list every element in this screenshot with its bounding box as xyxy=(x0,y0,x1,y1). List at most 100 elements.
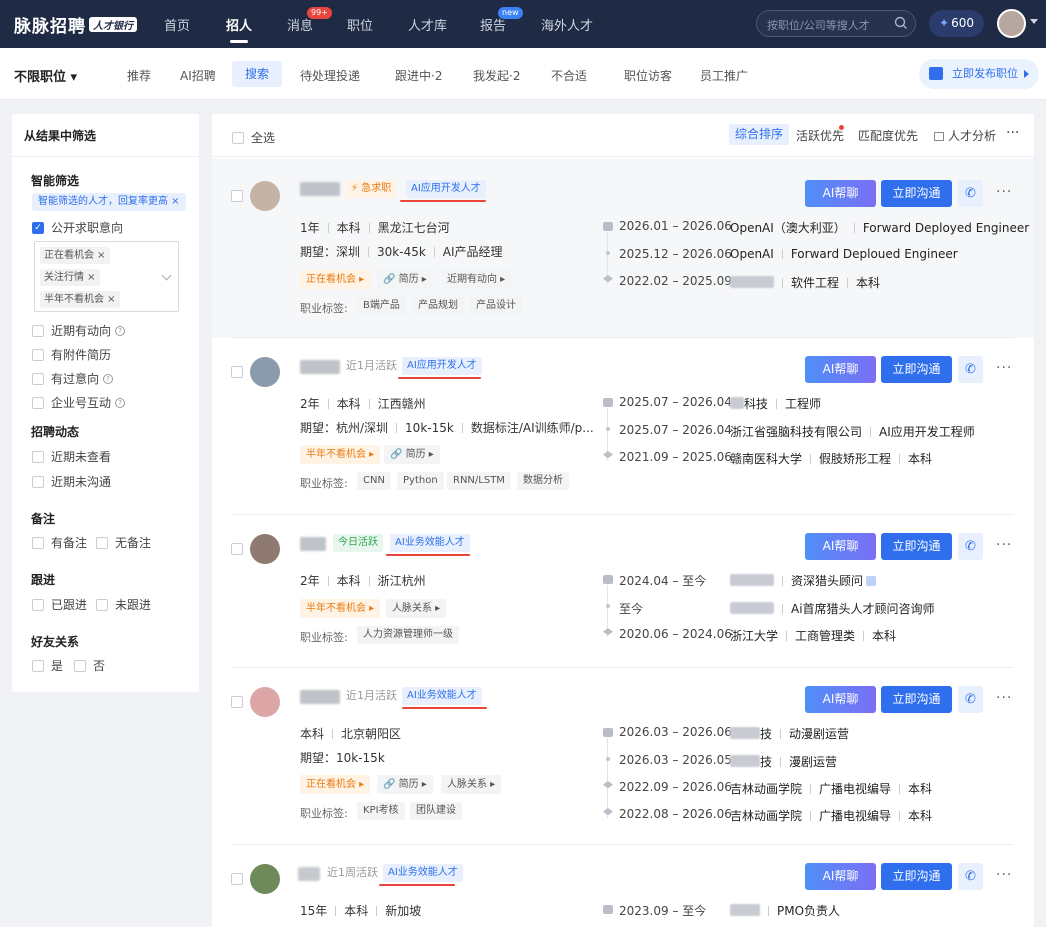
candidate-card[interactable]: 今日活跃 AI业务效能人才 2年 本科 浙江杭州 半年不看机会 ▸ 人脉关系 ▸ 职… xyxy=(212,515,1034,668)
sort-comprehensive[interactable]: 综合排序 xyxy=(729,124,790,145)
tab-job-visitors[interactable]: 职位访客 xyxy=(624,67,672,84)
intent-multi-select[interactable]: 正在看机会 × 关注行情 × 半年不看机会 × xyxy=(34,241,179,312)
selected-tag[interactable]: 关注行情 × xyxy=(40,269,100,286)
talent-analysis-button[interactable]: 人才分析 xyxy=(934,127,996,144)
nav-reports[interactable]: 报告 new xyxy=(480,7,523,34)
phone-icon[interactable]: ✆ xyxy=(958,863,983,890)
checkbox-no-note[interactable]: 无备注 xyxy=(96,534,151,551)
card-checkbox[interactable] xyxy=(231,366,243,378)
position-select[interactable]: 不限职位 ▾ xyxy=(14,66,77,85)
nav-talent-pool[interactable]: 人才库 xyxy=(408,15,447,34)
resume-chip[interactable]: 🔗 简历 ▸ xyxy=(377,775,433,794)
activity-chip[interactable]: 近期有动向 ▸ xyxy=(441,270,512,289)
resume-chip[interactable]: 🔗 简历 ▸ xyxy=(377,270,433,289)
network-chip[interactable]: 人脉关系 ▸ xyxy=(386,599,447,618)
checkbox-recent-activity[interactable]: 近期有动向? xyxy=(32,322,126,339)
user-avatar[interactable] xyxy=(997,9,1026,38)
tab-following[interactable]: 跟进中·2 xyxy=(395,67,442,84)
checkbox-friend-yes[interactable]: 是 xyxy=(32,657,63,674)
help-icon[interactable]: ? xyxy=(115,325,126,336)
ai-chat-button[interactable]: AI帮聊 xyxy=(805,863,876,890)
more-icon[interactable]: ··· xyxy=(996,360,1012,376)
intent-chip[interactable]: 半年不看机会 ▸ xyxy=(300,445,381,464)
tab-employee-promo[interactable]: 员工推广 xyxy=(700,67,748,84)
avatar[interactable] xyxy=(250,864,280,894)
network-chip[interactable]: 人脉关系 ▸ xyxy=(441,775,502,794)
phone-icon[interactable]: ✆ xyxy=(958,686,983,713)
more-icon[interactable]: ··· xyxy=(1006,125,1019,141)
ai-chat-button[interactable]: AI帮聊 xyxy=(805,180,876,207)
avatar[interactable] xyxy=(250,687,280,717)
candidate-card[interactable]: 近1月活跃 AI应用开发人才 2年 本科 江西赣州 期望：杭州/深圳 10k-15k 数… xyxy=(212,338,1034,515)
checkbox-not-viewed[interactable]: 近期未查看 xyxy=(32,448,111,465)
checkbox-friend-no[interactable]: 否 xyxy=(74,657,105,674)
checkbox-enterprise-interaction[interactable]: 企业号互动? xyxy=(32,394,126,411)
tab-unsuitable[interactable]: 不合适 xyxy=(551,67,587,84)
select-all-checkbox[interactable]: 全选 xyxy=(232,129,275,146)
help-icon[interactable]: ? xyxy=(103,373,114,384)
avatar[interactable] xyxy=(250,534,280,564)
intent-chip[interactable]: 正在看机会 ▸ xyxy=(300,775,371,794)
phone-icon[interactable]: ✆ xyxy=(958,180,983,207)
selected-tag[interactable]: 半年不看机会 × xyxy=(40,291,120,308)
tab-ai-recruit[interactable]: AI招聘 xyxy=(180,67,216,84)
sort-match-first[interactable]: 匹配度优先 xyxy=(858,127,918,144)
card-checkbox[interactable] xyxy=(231,190,243,202)
chevron-down-icon[interactable] xyxy=(161,270,172,281)
tab-recommend[interactable]: 推荐 xyxy=(127,67,151,84)
candidate-card[interactable]: 近1周活跃 AI业务效能人才 15年 本科 新加坡 2023.09 – 至今 PMO… xyxy=(212,845,1034,927)
tab-search[interactable]: 搜索 xyxy=(232,61,283,87)
ai-talent-tag: AI应用开发人才 xyxy=(402,357,482,375)
sort-active-first[interactable]: 活跃优先 xyxy=(796,127,844,144)
tab-pending[interactable]: 待处理投递 xyxy=(300,67,360,84)
checkbox-has-resume[interactable]: 有附件简历 xyxy=(32,346,111,363)
logo[interactable]: 脉脉招聘 人才银行 xyxy=(14,12,137,37)
checkbox-not-followed[interactable]: 未跟进 xyxy=(96,596,151,613)
contact-now-button[interactable]: 立即沟通 xyxy=(881,686,952,713)
avatar[interactable] xyxy=(250,357,280,387)
publish-job-button[interactable]: 立即发布职位 xyxy=(919,59,1039,89)
org-masked xyxy=(730,602,774,614)
checkbox-not-contacted[interactable]: 近期未沟通 xyxy=(32,473,111,490)
candidate-card[interactable]: ⚡ 急求职 AI应用开发人才 1年 本科 黑龙江七台河 期望：深圳 30k-45k AI… xyxy=(212,158,1034,338)
help-icon[interactable]: ? xyxy=(115,397,126,408)
card-checkbox[interactable] xyxy=(231,696,243,708)
name-masked xyxy=(300,360,340,374)
checkbox-public-intent[interactable]: ✓ 公开求职意向 xyxy=(32,219,123,236)
more-icon[interactable]: ··· xyxy=(996,184,1012,200)
smart-filter-tag[interactable]: 智能筛选的人才，回复率更高 × xyxy=(32,193,186,211)
ai-chat-button[interactable]: AI帮聊 xyxy=(805,356,876,383)
selected-tag[interactable]: 正在看机会 × xyxy=(40,247,110,264)
more-icon[interactable]: ··· xyxy=(996,537,1012,553)
more-icon[interactable]: ··· xyxy=(996,690,1012,706)
ai-chat-button[interactable]: AI帮聊 xyxy=(805,686,876,713)
card-checkbox[interactable] xyxy=(231,543,243,555)
search-icon[interactable] xyxy=(894,16,908,30)
resume-chip[interactable]: 🔗 简历 ▸ xyxy=(384,445,440,464)
contact-now-button[interactable]: 立即沟通 xyxy=(881,356,952,383)
chevron-down-icon[interactable] xyxy=(1030,19,1038,24)
checkbox-has-note[interactable]: 有备注 xyxy=(32,534,87,551)
phone-icon[interactable]: ✆ xyxy=(958,356,983,383)
card-checkbox[interactable] xyxy=(231,873,243,885)
contact-now-button[interactable]: 立即沟通 xyxy=(881,863,952,890)
coin-balance[interactable]: ✦ 600 xyxy=(929,10,984,37)
nav-recruit[interactable]: 招人 xyxy=(226,15,252,43)
nav-jobs[interactable]: 职位 xyxy=(347,15,373,34)
more-icon[interactable]: ··· xyxy=(996,867,1012,883)
phone-icon[interactable]: ✆ xyxy=(958,533,983,560)
ai-chat-button[interactable]: AI帮聊 xyxy=(805,533,876,560)
tab-initiated[interactable]: 我发起·2 xyxy=(473,67,520,84)
nav-messages[interactable]: 消息 99+ xyxy=(287,7,332,34)
checkbox-followed[interactable]: 已跟进 xyxy=(32,596,87,613)
contact-now-button[interactable]: 立即沟通 xyxy=(881,180,952,207)
intent-chip[interactable]: 正在看机会 ▸ xyxy=(300,270,371,289)
search-input[interactable]: 按职位/公司等搜人才 xyxy=(756,10,916,37)
intent-chip[interactable]: 半年不看机会 ▸ xyxy=(300,599,381,618)
nav-overseas[interactable]: 海外人才 xyxy=(541,15,593,34)
avatar[interactable] xyxy=(250,181,280,211)
nav-home[interactable]: 首页 xyxy=(164,15,190,34)
candidate-card[interactable]: 近1月活跃 AI业务效能人才 本科 北京朝阳区 期望：10k-15k 正在看机会 … xyxy=(212,668,1034,845)
checkbox-had-intent[interactable]: 有过意向? xyxy=(32,370,114,387)
contact-now-button[interactable]: 立即沟通 xyxy=(881,533,952,560)
